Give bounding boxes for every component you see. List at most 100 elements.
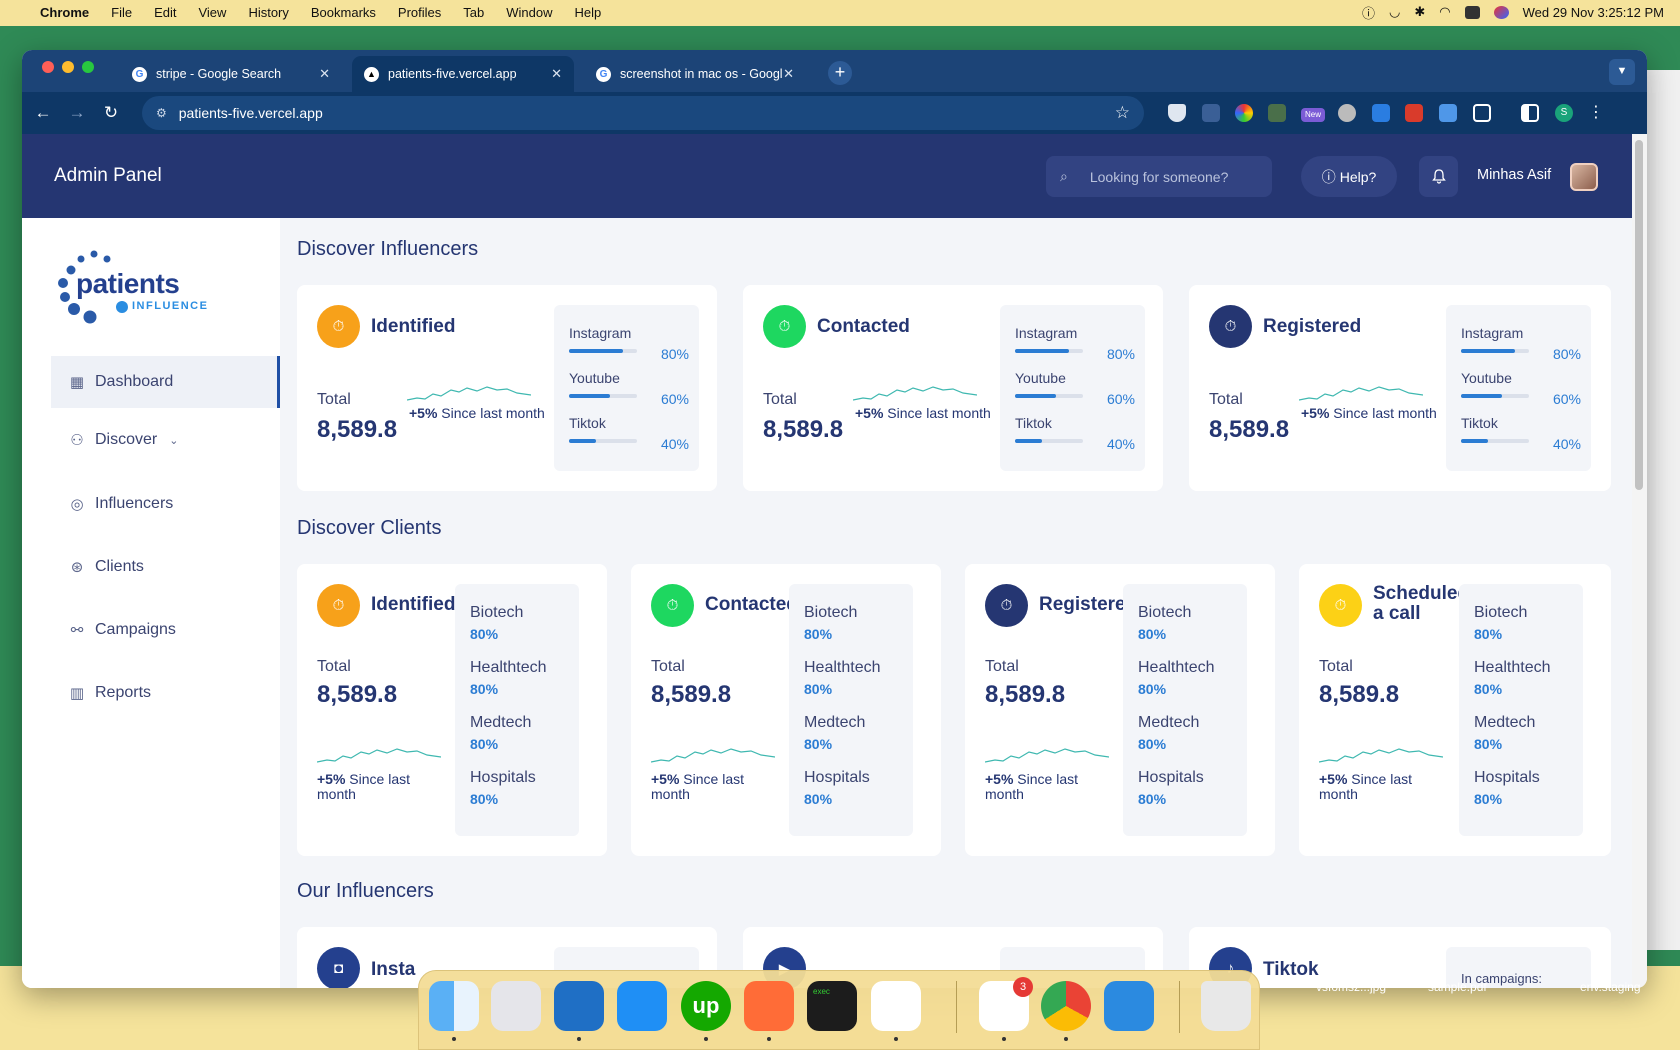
client-card-registered[interactable]: ⏱ Registered Total 8,589.8 +5% Since las… <box>965 564 1275 856</box>
translate-extension-icon[interactable] <box>1372 104 1390 122</box>
dashboard-grid-icon: ▦ <box>69 374 85 391</box>
mongodb-icon[interactable] <box>871 981 921 1031</box>
desktop-file[interactable]: sample.pdf <box>1428 980 1487 994</box>
platform-label: Instagram <box>1015 325 1078 341</box>
platform-label: Tiktok <box>1461 415 1498 431</box>
siri-icon[interactable] <box>1493 5 1509 19</box>
stopwatch-icon: ⏱ <box>763 305 806 348</box>
sector-label: Medtech <box>804 714 866 731</box>
upwork-icon[interactable]: up <box>681 981 731 1031</box>
bluetooth-icon[interactable]: ✱ <box>1414 4 1425 20</box>
platform-label: Tiktok <box>569 415 606 431</box>
sidebar-item-discover[interactable]: ⚇ Discover ⌄ <box>51 414 280 466</box>
tab-screenshot-search[interactable]: G screenshot in mac os - Googl ✕ <box>584 56 806 92</box>
sidebar-item-dashboard[interactable]: ▦ Dashboard <box>51 356 280 408</box>
color-picker-extension-icon[interactable] <box>1235 104 1253 122</box>
launchpad-icon[interactable] <box>491 981 541 1031</box>
reload-icon[interactable]: ↻ <box>94 103 128 123</box>
zoom-window-button[interactable] <box>82 61 94 73</box>
close-tab-icon[interactable]: ✕ <box>783 66 794 82</box>
card-title: Scheduled a call <box>1373 583 1470 624</box>
menu-view[interactable]: View <box>198 5 226 20</box>
client-card-identified[interactable]: ⏱ Identified Total 8,589.8 +5% Since las… <box>297 564 607 856</box>
notification-bell-icon[interactable] <box>1419 156 1458 197</box>
scrollbar-thumb[interactable] <box>1635 140 1643 490</box>
menu-app-name[interactable]: Chrome <box>40 5 89 20</box>
total-label: Total <box>763 391 797 408</box>
desktop-file[interactable]: vsfomsz...jpg <box>1316 980 1386 994</box>
url-text[interactable]: patients-five.vercel.app <box>179 105 323 121</box>
sidebar-item-reports[interactable]: ▥ Reports <box>51 667 280 719</box>
influencer-card-identified[interactable]: ⏱ Identified Total 8,589.8 +5% Since las… <box>297 285 717 491</box>
menu-history[interactable]: History <box>248 5 288 20</box>
tab-patients[interactable]: ▲ patients-five.vercel.app ✕ <box>352 56 574 92</box>
help-button[interactable]: ⓘ Help? <box>1301 156 1397 197</box>
sector-pct: 80% <box>804 681 833 697</box>
terminal-icon[interactable]: exec <box>807 981 857 1031</box>
menu-help[interactable]: Help <box>575 5 602 20</box>
chrome-icon[interactable] <box>1041 981 1091 1031</box>
sector-label: Biotech <box>1138 604 1192 621</box>
growth-text: +5% Since last month <box>855 406 991 421</box>
extension-icon[interactable] <box>1202 104 1220 122</box>
postman-icon[interactable] <box>744 981 794 1031</box>
patients-influence-logo[interactable]: patients INFLUENCE <box>56 250 226 330</box>
user-name[interactable]: Minhas Asif <box>1477 167 1551 183</box>
sidebar-item-campaigns[interactable]: ⚯ Campaigns <box>51 604 280 656</box>
menu-window[interactable]: Window <box>506 5 552 20</box>
close-tab-icon[interactable]: ✕ <box>551 66 562 82</box>
screen-extension-icon[interactable] <box>1439 104 1457 122</box>
profile-avatar[interactable]: S <box>1555 104 1573 122</box>
trash-icon[interactable] <box>1201 981 1251 1031</box>
puzzle-extensions-icon[interactable] <box>1473 104 1491 122</box>
menu-edit[interactable]: Edit <box>154 5 176 20</box>
desktop-file[interactable]: env.staging <box>1580 980 1641 994</box>
forward-arrow-icon[interactable]: → <box>60 103 94 123</box>
card-title: Identified <box>371 594 456 615</box>
menubar-clock[interactable]: Wed 29 Nov 3:25:12 PM <box>1523 5 1664 20</box>
new-extension-icon[interactable]: New <box>1301 108 1325 122</box>
menu-file[interactable]: File <box>111 5 132 20</box>
menu-bookmarks[interactable]: Bookmarks <box>311 5 376 20</box>
chrome-menu-icon[interactable]: ⋮ <box>1588 102 1604 122</box>
grey-extension-icon[interactable] <box>1338 104 1356 122</box>
page-scrollbar[interactable] <box>1632 134 1647 988</box>
tab-stripe-search[interactable]: G stripe - Google Search ✕ <box>120 56 342 92</box>
sidebar-item-influencers[interactable]: ◎ Influencers <box>51 478 280 530</box>
menu-profiles[interactable]: Profiles <box>398 5 441 20</box>
side-panel-icon[interactable] <box>1521 104 1539 122</box>
accessibility-icon[interactable]: ⓘ <box>1362 3 1375 22</box>
vscode-insiders-icon[interactable] <box>1104 981 1154 1031</box>
new-tab-button[interactable]: + <box>828 61 852 85</box>
close-tab-icon[interactable]: ✕ <box>319 66 330 82</box>
sector-label: Healthtech <box>1474 659 1551 676</box>
client-card-scheduled-call[interactable]: ⏱ Scheduled a call Total 8,589.8 +5% Sin… <box>1299 564 1611 856</box>
red-extension-icon[interactable] <box>1405 104 1423 122</box>
bookmark-star-icon[interactable]: ☆ <box>1115 103 1130 123</box>
vscode-icon[interactable] <box>554 981 604 1031</box>
site-info-icon[interactable]: ⚙ <box>156 106 167 120</box>
influencer-card-registered[interactable]: ⏱ Registered Total 8,589.8 +5% Since las… <box>1189 285 1611 491</box>
client-card-contacted[interactable]: ⏱ Contacted Total 8,589.8 +5% Since last… <box>631 564 941 856</box>
headphones-icon[interactable]: ◡ <box>1389 4 1400 20</box>
search-input[interactable]: ⌕ Looking for someone? <box>1046 156 1272 197</box>
app-store-icon[interactable] <box>617 981 667 1031</box>
menu-tab[interactable]: Tab <box>463 5 484 20</box>
sector-pct: 80% <box>470 626 499 642</box>
tab-search-button[interactable]: ▼ <box>1609 59 1635 85</box>
finder-icon[interactable] <box>429 981 479 1031</box>
wifi-icon[interactable]: ◠ <box>1439 4 1450 20</box>
shield-extension-icon[interactable] <box>1168 104 1186 122</box>
back-arrow-icon[interactable]: ← <box>26 103 60 123</box>
trend-sparkline <box>407 386 531 401</box>
growth-text: +5% Since last month <box>317 772 437 802</box>
close-window-button[interactable] <box>42 61 54 73</box>
sidebar-item-clients[interactable]: ⊛ Clients <box>51 541 280 593</box>
influencer-card-contacted[interactable]: ⏱ Contacted Total 8,589.8 +5% Since last… <box>743 285 1163 491</box>
chart-extension-icon[interactable] <box>1268 104 1286 122</box>
control-center-icon[interactable] <box>1464 5 1480 19</box>
tab-label: screenshot in mac os - Googl <box>620 67 783 81</box>
user-avatar[interactable] <box>1570 163 1598 191</box>
minimize-window-button[interactable] <box>62 61 74 73</box>
address-bar[interactable]: ⚙ patients-five.vercel.app ☆ <box>142 96 1144 130</box>
